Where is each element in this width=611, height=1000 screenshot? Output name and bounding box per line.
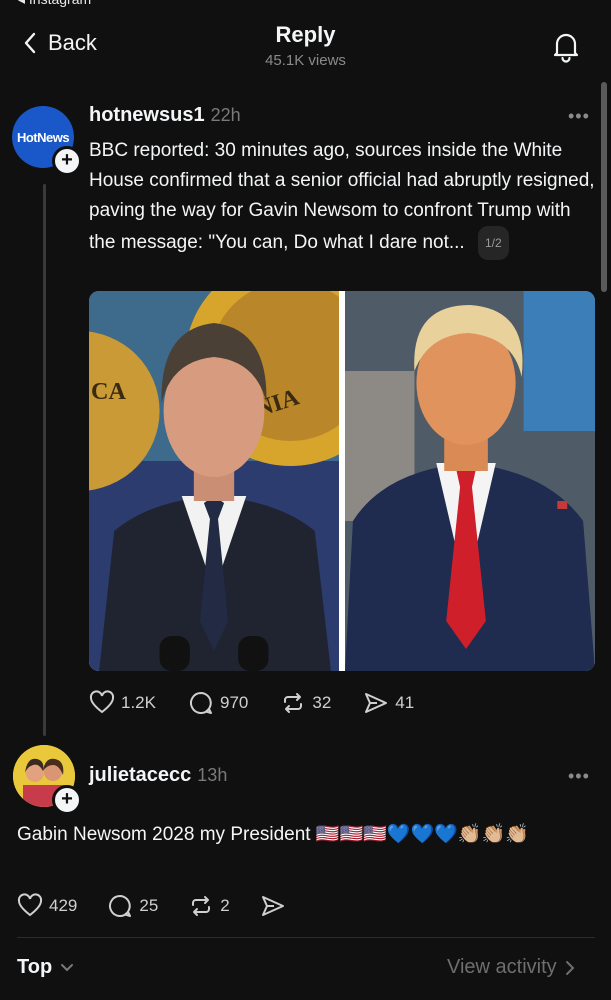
post-body: BBC reported: 30 minutes ago, sources in…	[89, 136, 599, 260]
reply-comment-button[interactable]: 25	[107, 893, 158, 919]
share-button[interactable]: 41	[363, 690, 414, 716]
post-actions: 1.2K 970 32 41	[89, 690, 414, 716]
heart-icon	[17, 893, 43, 917]
post-header: hotnewsus1 22h	[89, 104, 241, 127]
photo-trump[interactable]	[345, 291, 595, 671]
send-icon	[365, 693, 388, 713]
repost-count: 32	[312, 693, 332, 712]
reply-like-button[interactable]: 429	[17, 893, 77, 919]
post-time: 22h	[210, 105, 241, 125]
like-button[interactable]: 1.2K	[89, 690, 156, 716]
comment-bubble-icon	[109, 895, 132, 917]
like-count: 1.2K	[121, 693, 156, 712]
post-username[interactable]: hotnewsus1	[89, 104, 205, 126]
photo-newsom[interactable]: CA NIA	[89, 291, 339, 671]
reply-more-options-icon[interactable]: •••	[568, 766, 590, 787]
page-indicator: 1/2	[478, 226, 509, 260]
reply-header: julietacecc 13h	[89, 764, 227, 787]
status-back-to-instagram[interactable]: ◂ Instagram	[18, 0, 91, 8]
repost-icon	[192, 896, 211, 916]
scrollbar[interactable]	[601, 82, 607, 292]
thread-line	[43, 184, 46, 736]
reply-username[interactable]: julietacecc	[89, 764, 191, 786]
reply-like-count: 429	[49, 896, 78, 915]
divider	[17, 937, 595, 938]
seal-text-left: CA	[91, 379, 127, 405]
repost-button[interactable]: 32	[280, 690, 331, 716]
post-text: BBC reported: 30 minutes ago, sources in…	[89, 140, 595, 254]
reply-actions: 429 25 2	[17, 893, 286, 919]
photo-newsom-image: CA NIA	[89, 291, 339, 671]
repost-icon	[284, 693, 303, 713]
view-count: 45.1K views	[265, 52, 346, 69]
comment-button[interactable]: 970	[188, 690, 248, 716]
view-activity-label: View activity	[447, 956, 557, 978]
send-icon	[261, 896, 284, 916]
follow-plus-button-reply[interactable]: +	[52, 785, 82, 815]
comment-count: 970	[219, 693, 249, 712]
view-activity-link[interactable]: View activity	[447, 956, 575, 979]
reply-repost-count: 2	[220, 896, 230, 915]
reply-share-button[interactable]	[260, 893, 286, 919]
more-options-icon[interactable]: •••	[568, 106, 590, 127]
hotnews-logo: HotNews	[16, 129, 70, 145]
chevron-down-icon	[61, 963, 74, 971]
reply-comment-count: 25	[139, 896, 159, 915]
photo-trump-image	[345, 291, 595, 671]
follow-plus-button[interactable]: +	[52, 146, 82, 176]
comment-bubble-icon	[189, 692, 212, 714]
sort-label: Top	[17, 956, 53, 978]
heart-icon	[89, 690, 115, 714]
share-count: 41	[395, 693, 415, 712]
page-title: Reply	[275, 22, 336, 47]
sort-dropdown[interactable]: Top	[17, 956, 74, 979]
reply-body: Gabin Newsom 2028 my President 🇺🇸🇺🇸🇺🇸💙💙💙…	[17, 824, 529, 845]
bell-icon[interactable]	[548, 28, 584, 64]
reply-time: 13h	[197, 765, 228, 785]
chevron-right-icon	[565, 960, 575, 975]
reply-repost-button[interactable]: 2	[188, 893, 230, 919]
post-media[interactable]: CA NIA	[89, 291, 595, 671]
